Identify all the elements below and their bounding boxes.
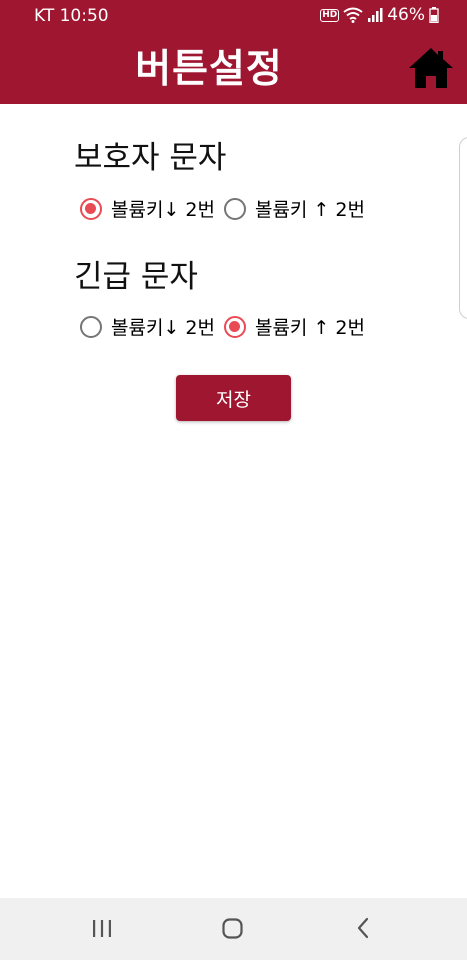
battery-percent: 46% bbox=[387, 5, 425, 25]
radio-unchecked[interactable] bbox=[80, 315, 102, 338]
home-button[interactable] bbox=[408, 45, 454, 91]
battery-icon bbox=[429, 7, 439, 23]
guardian-sms-options: 볼륨키↓ 2번 볼륨키 ↑ 2번 bbox=[80, 195, 374, 222]
emergency-sms-options: 볼륨키↓ 2번 볼륨키 ↑ 2번 bbox=[80, 313, 374, 340]
guardian-option-volume-down[interactable]: 볼륨키↓ 2번 bbox=[80, 195, 224, 222]
save-button[interactable]: 저장 bbox=[176, 375, 291, 421]
carrier-time: KT 10:50 bbox=[34, 6, 109, 26]
recents-icon bbox=[93, 920, 111, 937]
signal-icon bbox=[368, 8, 383, 22]
nav-home-button[interactable] bbox=[220, 916, 248, 942]
status-icons: HD 46% bbox=[320, 5, 439, 25]
recents-button[interactable] bbox=[90, 916, 118, 942]
home-icon bbox=[409, 48, 453, 88]
radio-checked[interactable] bbox=[223, 315, 246, 338]
radio-label: 볼륨키 ↑ 2번 bbox=[254, 199, 365, 221]
radio-label: 볼륨키↓ 2번 bbox=[111, 317, 215, 339]
emergency-option-volume-up[interactable]: 볼륨키 ↑ 2번 bbox=[223, 313, 374, 340]
app-header: KT 10:50 HD 46% 버튼설정 bbox=[0, 0, 467, 104]
status-bar: KT 10:50 HD 46% bbox=[0, 0, 467, 32]
home-circle-icon bbox=[222, 918, 243, 939]
radio-unchecked[interactable] bbox=[223, 197, 246, 220]
back-button[interactable] bbox=[352, 916, 380, 942]
radio-label: 볼륨키 ↑ 2번 bbox=[254, 317, 365, 339]
page-title: 버튼설정 bbox=[135, 47, 283, 92]
radio-label: 볼륨키↓ 2번 bbox=[111, 199, 215, 221]
guardian-option-volume-up[interactable]: 볼륨키 ↑ 2번 bbox=[223, 195, 374, 222]
guardian-sms-title: 보호자 문자 bbox=[74, 140, 227, 176]
system-nav-bar bbox=[0, 898, 467, 960]
wifi-icon bbox=[343, 7, 363, 23]
emergency-sms-title: 긴급 문자 bbox=[74, 259, 198, 295]
hd-badge: HD bbox=[320, 8, 340, 22]
radio-checked[interactable] bbox=[80, 197, 102, 220]
side-panel-handle[interactable] bbox=[459, 137, 467, 319]
back-icon bbox=[357, 917, 369, 939]
emergency-option-volume-down[interactable]: 볼륨키↓ 2번 bbox=[80, 313, 224, 340]
